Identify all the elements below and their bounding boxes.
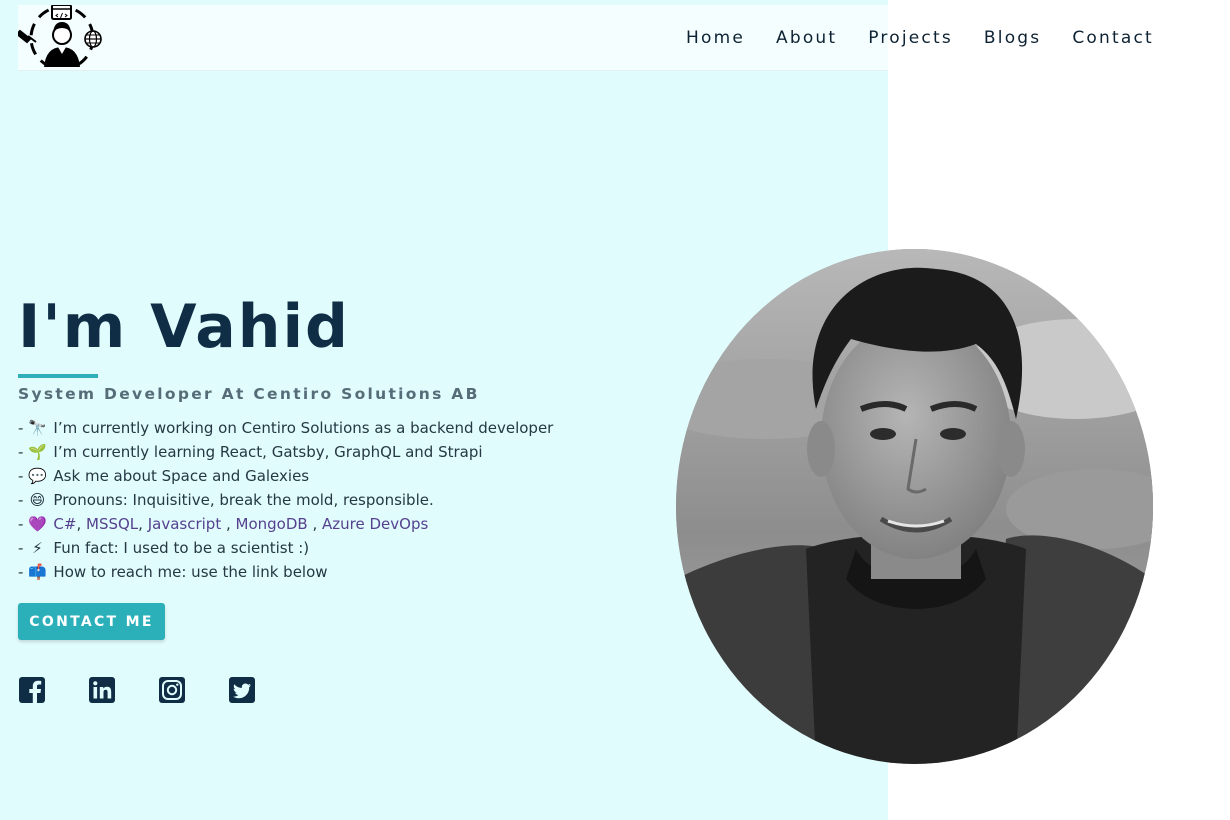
- nav-about[interactable]: About: [776, 28, 837, 48]
- nav-projects[interactable]: Projects: [868, 28, 953, 48]
- hero-title: I'm Vahid: [18, 292, 350, 362]
- skill-link-javascript[interactable]: Javascript: [148, 513, 221, 535]
- fact-item: - 📫 How to reach me: use the link below: [18, 563, 328, 581]
- fact-text: Pronouns: Inquisitive, break the mold, r…: [53, 491, 434, 509]
- speech-bubble-icon: 💬: [28, 467, 47, 485]
- mailbox-icon: 📫: [28, 563, 47, 581]
- fact-item: - ⚡ Fun fact: I used to be a scientist :…: [18, 539, 310, 557]
- grinning-face-icon: 😄: [29, 491, 46, 509]
- fact-text: Ask me about Space and Galexies: [53, 467, 310, 485]
- linkedin-icon[interactable]: [88, 676, 116, 704]
- fact-item: - 🌱 I’m currently learning React, Gatsby…: [18, 443, 483, 461]
- main-nav: Home About Projects Blogs Contact: [686, 28, 1185, 48]
- about-facts-list: - 🔭 I’m currently working on Centiro Sol…: [18, 416, 553, 584]
- fact-text: Fun fact: I used to be a scientist :): [53, 539, 310, 557]
- telescope-icon: 🔭: [28, 419, 47, 437]
- nav-blogs[interactable]: Blogs: [984, 28, 1041, 48]
- profile-photo: [676, 249, 1153, 764]
- skill-link-mssql[interactable]: MSSQL: [86, 513, 138, 535]
- skill-link-mongodb[interactable]: MongoDB: [236, 513, 308, 535]
- nav-home[interactable]: Home: [686, 28, 745, 48]
- skill-link-azure-devops[interactable]: Azure DevOps: [322, 513, 428, 535]
- nav-contact[interactable]: Contact: [1072, 28, 1154, 48]
- facebook-icon[interactable]: [18, 676, 46, 704]
- fact-item: - 😄 Pronouns: Inquisitive, break the mol…: [18, 491, 434, 509]
- fact-item: - 💜 C#, MSSQL, Javascript , MongoDB , Az…: [18, 513, 429, 535]
- instagram-icon[interactable]: [158, 676, 186, 704]
- seedling-icon: 🌱: [28, 443, 47, 461]
- social-links: [18, 676, 298, 704]
- title-underline: [18, 374, 98, 378]
- fact-text: I’m currently learning React, Gatsby, Gr…: [53, 443, 483, 461]
- contact-me-button[interactable]: CONTACT ME: [18, 603, 165, 640]
- developer-logo-icon[interactable]: [18, 5, 106, 67]
- fact-item: - 💬 Ask me about Space and Galexies: [18, 467, 310, 485]
- skill-link-csharp[interactable]: C#: [53, 513, 76, 535]
- portrait-illustration: [676, 249, 1153, 764]
- lightning-icon: ⚡: [32, 539, 43, 557]
- purple-heart-icon: 💜: [28, 515, 47, 533]
- fact-text: How to reach me: use the link below: [53, 563, 328, 581]
- fact-text: I’m currently working on Centiro Solutio…: [53, 419, 554, 437]
- twitter-icon[interactable]: [228, 676, 256, 704]
- hero-subtitle: System Developer At Centiro Solutions AB: [18, 385, 480, 403]
- fact-item: - 🔭 I’m currently working on Centiro Sol…: [18, 419, 554, 437]
